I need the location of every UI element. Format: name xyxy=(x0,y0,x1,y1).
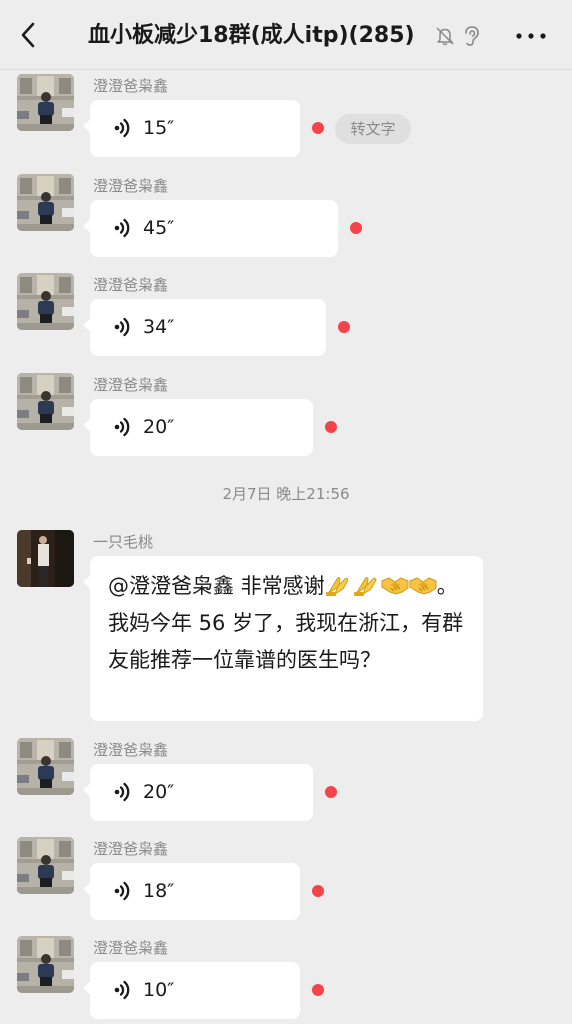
unread-dot xyxy=(325,421,337,433)
avatar[interactable] xyxy=(17,174,74,231)
message-text: @澄澄爸枭鑫 非常感谢 。我妈今年 56 岁了，我现在浙江，有群友能推荐一位靠谱的… xyxy=(108,568,469,679)
avatar[interactable] xyxy=(17,373,74,430)
voice-waves-icon xyxy=(114,316,130,338)
handshake-emoji-icon xyxy=(409,573,437,597)
voice-duration: 34″ xyxy=(143,316,175,338)
sender-name: 一只毛桃 xyxy=(93,533,154,551)
avatar[interactable] xyxy=(17,74,74,131)
pray-emoji-icon xyxy=(325,573,353,597)
sender-name: 澄澄爸枭鑫 xyxy=(93,741,169,759)
avatar[interactable] xyxy=(17,936,74,993)
unread-dot xyxy=(350,222,362,234)
avatar[interactable] xyxy=(17,738,74,795)
voice-message-bubble[interactable]: 34″ xyxy=(83,299,326,356)
chat-header: 血小板减少18群(成人itp)(285) xyxy=(0,0,572,70)
convert-to-text-button[interactable]: 转文字 xyxy=(335,114,411,144)
voice-waves-icon xyxy=(114,117,130,139)
sender-name: 澄澄爸枭鑫 xyxy=(93,840,169,858)
voice-duration: 45″ xyxy=(143,217,175,239)
chat-title: 血小板减少18群(成人itp)(285) xyxy=(88,23,415,48)
voice-waves-icon xyxy=(114,880,130,902)
avatar[interactable] xyxy=(17,530,74,587)
voice-waves-icon xyxy=(114,416,130,438)
pray-emoji-icon xyxy=(353,573,381,597)
unread-dot xyxy=(338,321,350,333)
voice-waves-icon xyxy=(114,217,130,239)
voice-waves-icon xyxy=(114,781,130,803)
voice-message-bubble[interactable]: 20″ xyxy=(83,764,313,821)
voice-message-bubble[interactable]: 15″ xyxy=(83,100,300,157)
unread-dot xyxy=(325,786,337,798)
voice-message-bubble[interactable]: 45″ xyxy=(83,200,338,257)
voice-message-bubble[interactable]: 20″ xyxy=(83,399,313,456)
unread-dot xyxy=(312,984,324,996)
sender-name: 澄澄爸枭鑫 xyxy=(93,276,169,294)
avatar[interactable] xyxy=(17,273,74,330)
message-text-part: @澄澄爸枭鑫 非常感谢 xyxy=(108,574,325,598)
handshake-emoji-icon xyxy=(381,573,409,597)
unread-dot xyxy=(312,122,324,134)
avatar[interactable] xyxy=(17,837,74,894)
mute-bell-icon xyxy=(436,27,454,46)
sender-name: 澄澄爸枭鑫 xyxy=(93,376,169,394)
earpiece-mode-icon xyxy=(465,26,479,46)
voice-duration: 18″ xyxy=(143,880,175,902)
voice-message-bubble[interactable]: 18″ xyxy=(83,863,300,920)
voice-duration: 20″ xyxy=(143,781,175,803)
timestamp-divider: 2月7日 晚上21:56 xyxy=(222,485,350,503)
sender-name: 澄澄爸枭鑫 xyxy=(93,177,169,195)
voice-duration: 10″ xyxy=(143,979,175,1001)
more-options-icon[interactable] xyxy=(514,25,548,47)
back-arrow-icon[interactable] xyxy=(14,20,44,50)
sender-name: 澄澄爸枭鑫 xyxy=(93,939,169,957)
sender-name: 澄澄爸枭鑫 xyxy=(93,77,169,95)
voice-waves-icon xyxy=(114,979,130,1001)
unread-dot xyxy=(312,885,324,897)
text-message-bubble[interactable]: @澄澄爸枭鑫 非常感谢 。我妈今年 56 岁了，我现在浙江，有群友能推荐一位靠谱的… xyxy=(83,556,483,721)
voice-duration: 20″ xyxy=(143,416,175,438)
voice-duration: 15″ xyxy=(143,117,175,139)
voice-message-bubble[interactable]: 10″ xyxy=(83,962,300,1019)
